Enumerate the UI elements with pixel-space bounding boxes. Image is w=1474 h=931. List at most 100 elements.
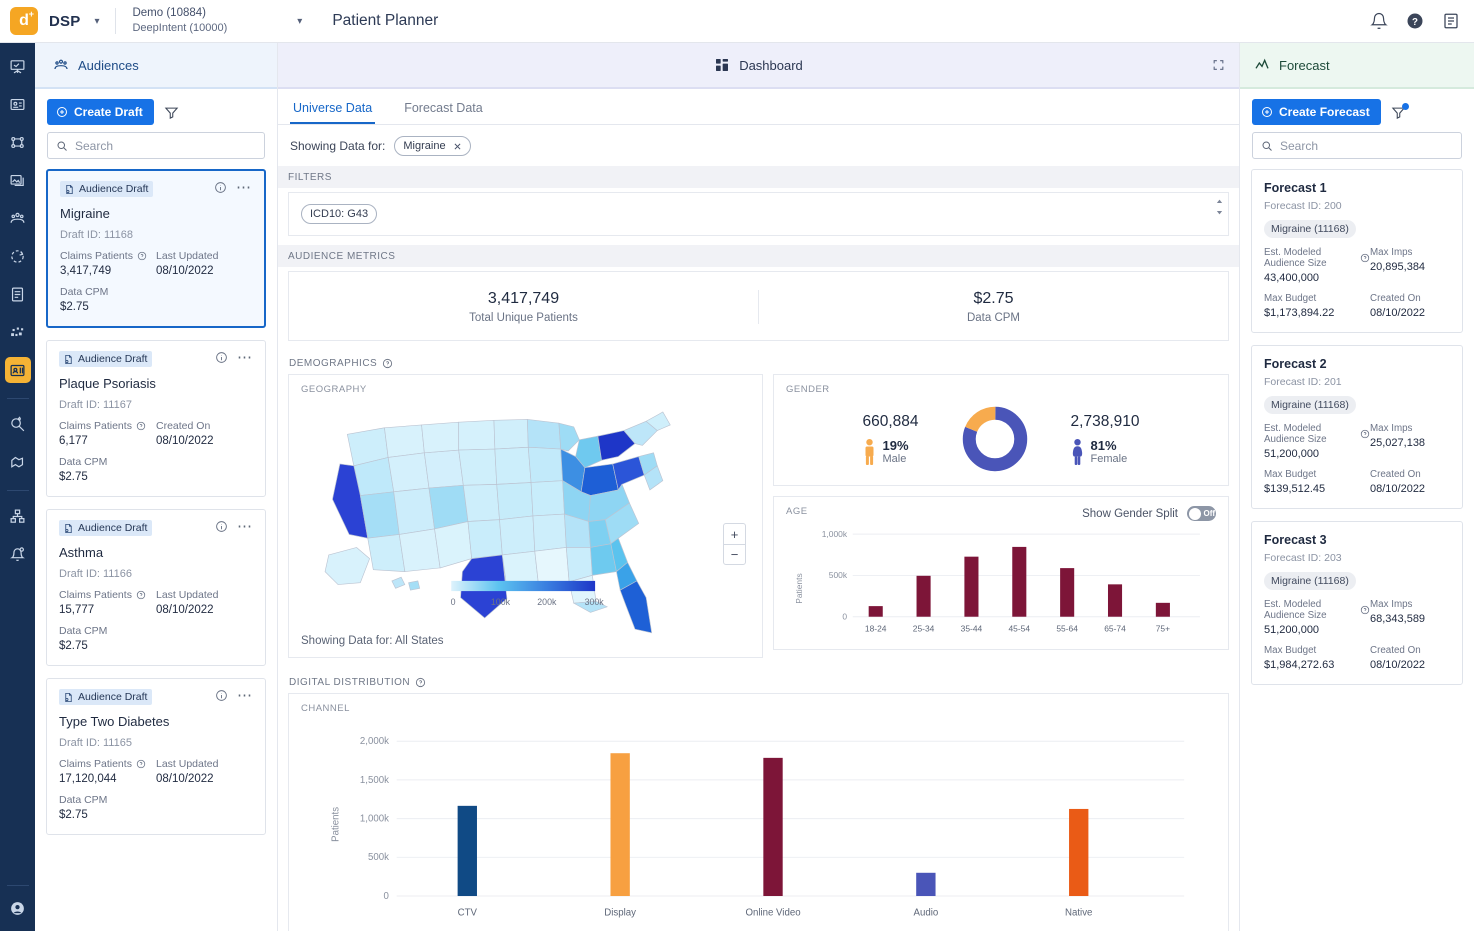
forecast-card[interactable]: Forecast 3 Forecast ID: 203 Migraine (11… — [1251, 521, 1463, 685]
audience-card-top: Audience Draft ⋯ — [60, 180, 252, 197]
channel-bar-chart[interactable]: Patients 2,000k 1,500k 1,000k 500k 0 CTV… — [301, 718, 1216, 926]
help-circle-icon[interactable] — [137, 251, 147, 261]
brand-chevron-down-icon[interactable]: ▾ — [94, 16, 99, 27]
dashboard-scroll-area[interactable]: Universe Data Forecast Data Showing Data… — [278, 89, 1239, 931]
audiences-search-input[interactable] — [75, 138, 256, 153]
dsp-logo[interactable]: d + — [10, 7, 38, 35]
close-icon[interactable] — [453, 142, 462, 151]
audiences-filter-icon[interactable] — [164, 105, 179, 120]
info-icon[interactable] — [215, 351, 228, 364]
brand-label: DSP — [49, 12, 81, 30]
claims-patients-label: Claims Patients — [59, 420, 132, 432]
nodes-icon[interactable] — [5, 129, 31, 155]
help-icon[interactable]: ? — [1406, 12, 1424, 30]
date-field: Last Updated 08/10/2022 — [156, 250, 252, 277]
forecast-search-box[interactable] — [1252, 132, 1462, 159]
audience-card-actions: ⋯ — [215, 350, 253, 365]
map-zoom-in-button[interactable]: + — [724, 524, 745, 544]
gender-split-toggle[interactable]: Off — [1187, 506, 1216, 521]
audience-card-actions: ⋯ — [214, 180, 252, 195]
showing-data-row: Showing Data for: Migraine — [278, 125, 1239, 166]
filter-chip[interactable]: ICD10: G43 — [301, 204, 378, 224]
age-bar-chart[interactable]: Patients 1,000k 500k 0 18-24 25-34 35-44… — [786, 521, 1216, 643]
create-draft-button[interactable]: Create Draft — [47, 99, 154, 125]
info-icon[interactable] — [215, 520, 228, 533]
help-circle-icon[interactable] — [1360, 429, 1370, 439]
data-cpm-value: $2.75 — [59, 809, 88, 821]
patient-planner-icon[interactable] — [4, 357, 31, 383]
data-cpm-field: Data CPM $2.75 — [59, 456, 253, 483]
create-forecast-button[interactable]: Create Forecast — [1252, 99, 1381, 125]
campaign-icon[interactable] — [5, 91, 31, 117]
help-circle-icon[interactable] — [136, 590, 146, 600]
help-circle-icon[interactable] — [1360, 605, 1370, 615]
forecast-card[interactable]: Forecast 1 Forecast ID: 200 Migraine (11… — [1251, 169, 1463, 333]
audience-card[interactable]: Audience Draft ⋯ Asthma Draft ID: 11166 — [46, 509, 266, 666]
demographics-row: GEOGRAPHY 0 100k 200k 300k + − Showing D… — [288, 374, 1229, 658]
notes-icon[interactable] — [1442, 12, 1460, 30]
data-cpm-label: Data CPM — [59, 625, 108, 637]
date-label: Last Updated — [156, 758, 219, 770]
status-badge: Audience Draft — [59, 520, 153, 536]
forecast-card[interactable]: Forecast 2 Forecast ID: 201 Migraine (11… — [1251, 345, 1463, 509]
us-choropleth-map[interactable]: 0 100k 200k 300k — [301, 399, 750, 634]
account-line-1: Demo (10884) — [132, 6, 206, 19]
forecast-row-1: Est. Modeled Audience Size 43,400,000 Ma… — [1264, 247, 1450, 284]
user-avatar-icon[interactable] — [5, 895, 31, 921]
tab-universe-data[interactable]: Universe Data — [290, 101, 376, 124]
sync-icon[interactable] — [5, 243, 31, 269]
help-circle-icon[interactable] — [415, 677, 426, 688]
help-circle-icon[interactable] — [136, 421, 146, 431]
audience-people-icon[interactable] — [5, 205, 31, 231]
forecast-card-list[interactable]: Forecast 1 Forecast ID: 200 Migraine (11… — [1240, 169, 1474, 931]
account-selector[interactable]: Demo (10884) DeepIntent (10000) — [132, 5, 227, 38]
audiences-search-box[interactable] — [47, 132, 265, 159]
audience-card[interactable]: Audience Draft ⋯ Migraine Draft ID: 1116… — [46, 169, 266, 328]
info-icon[interactable] — [214, 181, 227, 194]
showing-data-chip[interactable]: Migraine — [394, 136, 471, 156]
age-x-tick: 75+ — [1156, 624, 1170, 634]
help-circle-icon[interactable] — [382, 358, 393, 369]
chevron-down-icon[interactable] — [1215, 208, 1224, 217]
account-chevron-down-icon[interactable]: ▾ — [297, 16, 302, 27]
forecast-search-input[interactable] — [1280, 138, 1453, 153]
audience-card-title: Plaque Psoriasis — [59, 376, 156, 391]
help-circle-icon[interactable] — [1360, 253, 1370, 263]
more-options-icon[interactable]: ⋯ — [237, 519, 253, 534]
audience-card-list[interactable]: Audience Draft ⋯ Migraine Draft ID: 1116… — [35, 169, 277, 931]
alerts-settings-icon[interactable] — [5, 541, 31, 567]
claims-patients-label: Claims Patients — [60, 250, 133, 262]
more-options-icon[interactable]: ⋯ — [237, 688, 253, 703]
help-circle-icon[interactable] — [136, 759, 146, 769]
more-options-icon[interactable]: ⋯ — [236, 180, 252, 195]
map-zoom-controls[interactable]: + − — [723, 523, 746, 565]
discover-icon[interactable] — [5, 411, 31, 437]
presentation-icon[interactable] — [5, 53, 31, 79]
chevron-up-icon[interactable] — [1215, 197, 1224, 206]
tab-forecast-data[interactable]: Forecast Data — [401, 101, 486, 124]
forecast-filter-icon[interactable] — [1391, 102, 1409, 120]
reports-icon[interactable] — [5, 281, 31, 307]
deals-icon[interactable] — [5, 449, 31, 475]
rail-divider — [6, 398, 29, 399]
creatives-icon[interactable] — [5, 167, 31, 193]
org-chart-icon[interactable] — [5, 503, 31, 529]
data-blocks-icon[interactable] — [5, 319, 31, 345]
more-options-icon[interactable]: ⋯ — [237, 350, 253, 365]
audience-card[interactable]: Audience Draft ⋯ Plaque Psoriasis Draft … — [46, 340, 266, 497]
claims-patients-label-row: Claims Patients — [59, 589, 156, 601]
info-icon[interactable] — [215, 689, 228, 702]
claims-patients-value: 17,120,044 — [59, 773, 117, 785]
max-budget-field: Max Budget $139,512.45 — [1264, 469, 1370, 495]
map-footer-text: Showing Data for: All States — [301, 635, 444, 647]
expand-icon[interactable] — [1212, 59, 1225, 72]
filters-spinner-controls[interactable] — [1215, 197, 1224, 217]
map-zoom-out-button[interactable]: − — [724, 544, 745, 564]
created-on-label: Created On — [1370, 645, 1421, 656]
audience-card[interactable]: Audience Draft ⋯ Type Two Diabetes Draft… — [46, 678, 266, 835]
bell-icon[interactable] — [1370, 12, 1388, 30]
claims-patients-field: Claims Patients 17,120,044 — [59, 758, 156, 785]
audience-metrics-section-label: AUDIENCE METRICS — [278, 245, 1239, 267]
dashboard-tabs: Universe Data Forecast Data — [278, 89, 1239, 125]
gender-female-block: 2,738,910 81% Female — [1071, 413, 1140, 465]
